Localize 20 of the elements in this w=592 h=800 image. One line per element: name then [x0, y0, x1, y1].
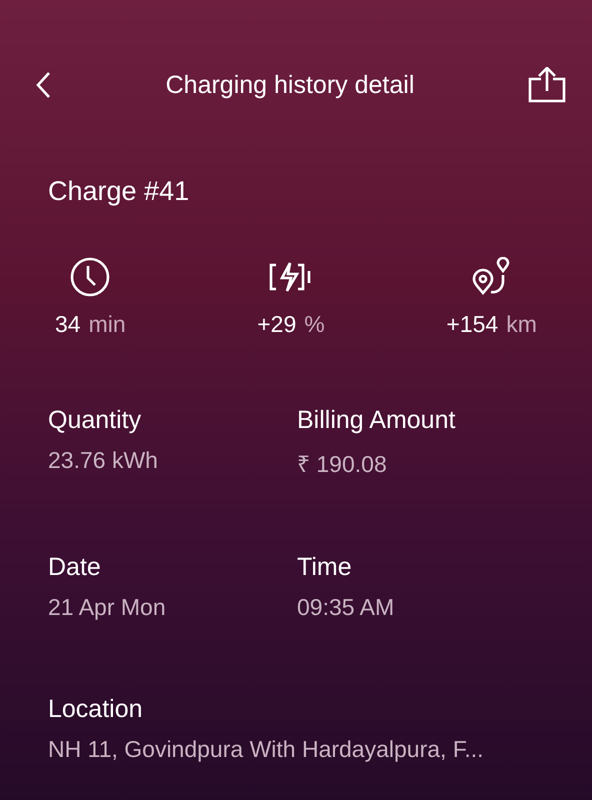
back-icon[interactable]: [34, 70, 52, 100]
field-label: Date: [48, 553, 101, 582]
field-value: 23.76 kWh: [48, 447, 158, 474]
stat-unit: km: [506, 311, 537, 338]
stat-value: +154: [446, 311, 498, 338]
stat-unit: %: [304, 311, 325, 338]
charge-title: Charge #41: [47, 175, 190, 207]
field-label: Time: [297, 553, 352, 582]
share-icon[interactable]: [528, 67, 566, 103]
location-value: NH 11, Govindpura With Hardayalpura, F...: [48, 736, 484, 763]
field-value: 21 Apr Mon: [48, 594, 166, 621]
stat-unit: min: [88, 311, 126, 338]
field-label: Quantity: [48, 406, 142, 435]
field-value: 09:35 AM: [297, 594, 394, 621]
field-value: ₹ 190.08: [297, 450, 387, 479]
screen-title: Charging history detail: [166, 70, 414, 100]
field-label: Location: [48, 695, 143, 724]
field-label: Billing Amount: [297, 406, 456, 435]
stat-value: 34: [55, 311, 81, 338]
stat-value: +29: [257, 311, 296, 338]
